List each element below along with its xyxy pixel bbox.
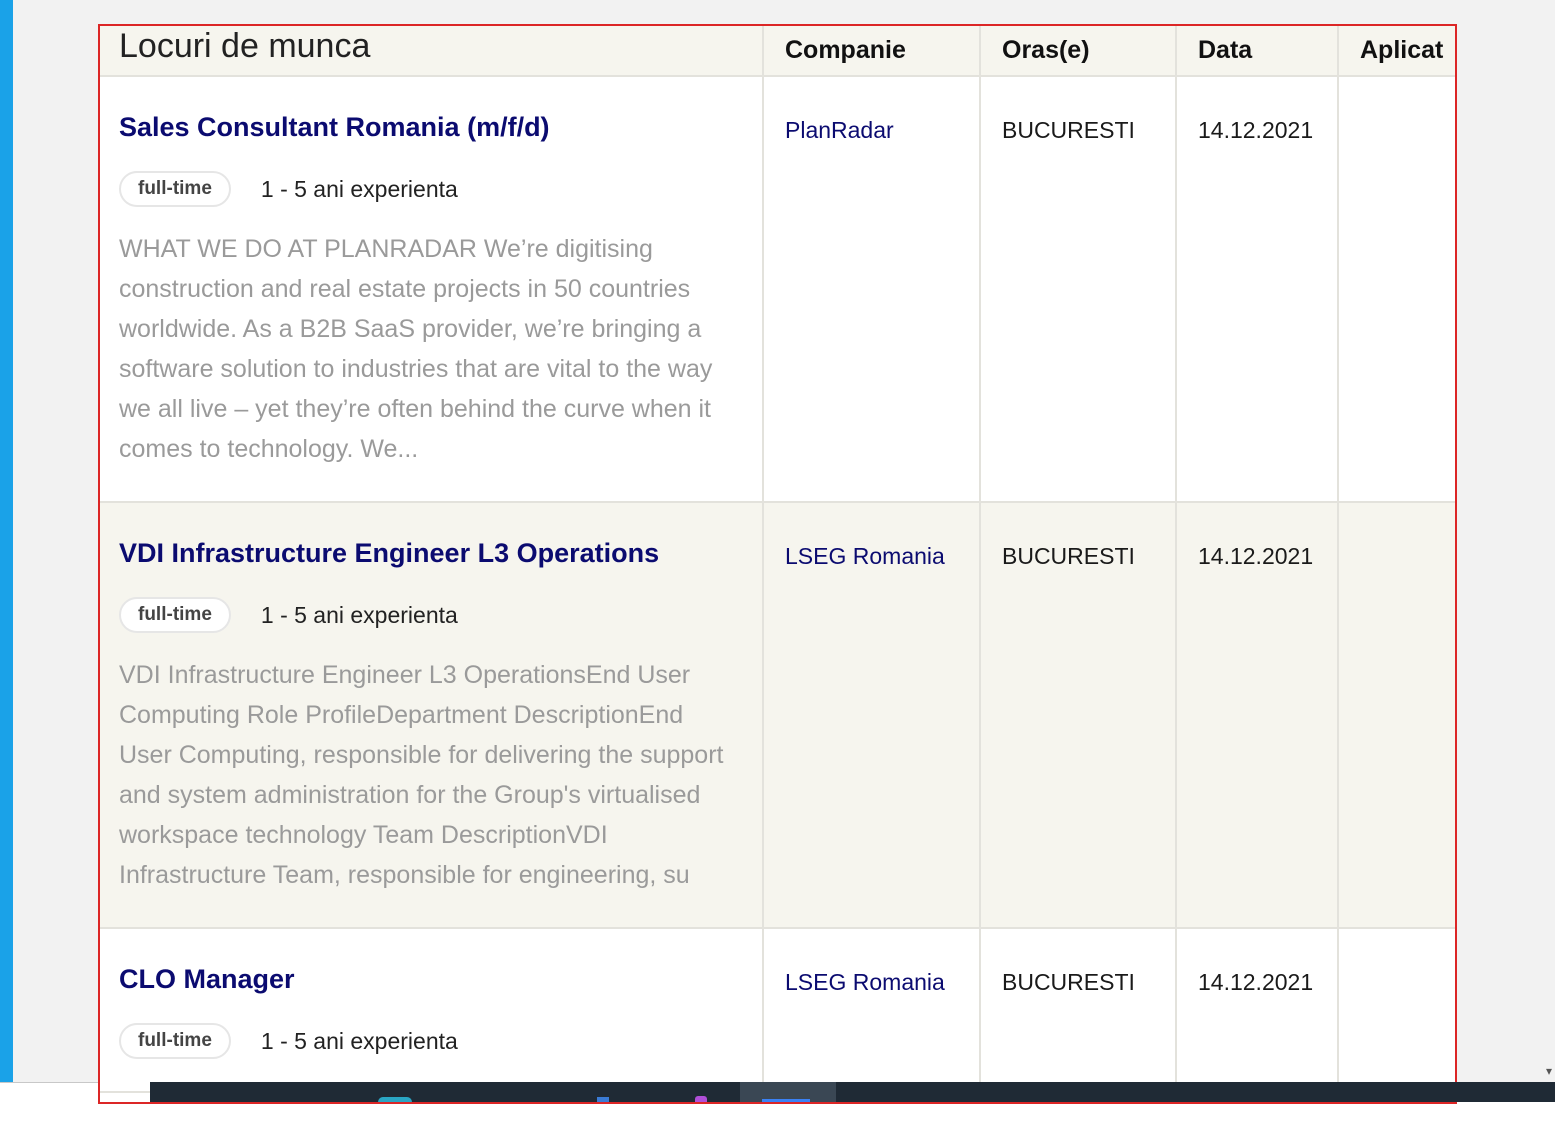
job-title-link[interactable]: Sales Consultant Romania (m/f/d) (119, 110, 738, 144)
company-link[interactable]: LSEG Romania (785, 543, 945, 569)
jobs-table: Locuri de munca Companie Oras(e) Data Ap… (100, 26, 1455, 1093)
company-cell: LSEG Romania (762, 928, 980, 1093)
taskbar-app-icon (762, 1099, 810, 1102)
company-link[interactable]: PlanRadar (785, 117, 894, 143)
employment-type-badge: full-time (119, 597, 231, 633)
applied-cell (1337, 928, 1455, 1093)
employment-type-badge: full-time (119, 171, 231, 207)
header-company[interactable]: Companie (762, 26, 980, 77)
header-cities[interactable]: Oras(e) (979, 26, 1176, 77)
taskbar-app-icon[interactable] (695, 1096, 707, 1102)
header-jobs: Locuri de munca (100, 26, 763, 77)
table-row: Sales Consultant Romania (m/f/d) full-ti… (100, 76, 1455, 503)
experience-label: 1 - 5 ani experienta (260, 175, 458, 202)
applied-cell (1337, 76, 1455, 503)
job-tags: full-time 1 - 5 ani experienta (119, 597, 738, 633)
scroll-down-caret-icon[interactable]: ▾ (1546, 1064, 1552, 1078)
company-link[interactable]: LSEG Romania (785, 969, 945, 995)
taskbar-active-app[interactable] (740, 1082, 836, 1102)
applied-cell (1337, 502, 1455, 929)
employment-type-badge: full-time (119, 1023, 231, 1059)
header-applied[interactable]: Aplicat (1337, 26, 1455, 77)
jobs-table-container: Locuri de munca Companie Oras(e) Data Ap… (98, 24, 1457, 1104)
experience-label: 1 - 5 ani experienta (260, 1027, 458, 1054)
job-tags: full-time 1 - 5 ani experienta (119, 171, 738, 207)
experience-label: 1 - 5 ani experienta (260, 601, 458, 628)
taskbar-app-icon[interactable] (597, 1097, 609, 1102)
date-cell: 14.12.2021 (1175, 928, 1338, 1093)
job-description: WHAT WE DO AT PLANRADAR We’re digitising… (119, 235, 713, 463)
job-cell: Sales Consultant Romania (m/f/d) full-ti… (100, 76, 763, 503)
job-title-link[interactable]: CLO Manager (119, 962, 738, 996)
header-date[interactable]: Data (1175, 26, 1338, 77)
job-tags: full-time 1 - 5 ani experienta (119, 1023, 738, 1059)
table-header-row: Locuri de munca Companie Oras(e) Data Ap… (100, 26, 1455, 77)
date-cell: 14.12.2021 (1175, 502, 1338, 929)
taskbar (150, 1082, 1555, 1102)
company-cell: PlanRadar (762, 76, 980, 503)
job-description: VDI Infrastructure Engineer L3 Operation… (119, 661, 724, 889)
city-cell: BUCURESTI (979, 502, 1176, 929)
city-cell: BUCURESTI (979, 76, 1176, 503)
job-title-link[interactable]: VDI Infrastructure Engineer L3 Operation… (119, 536, 738, 570)
city-cell: BUCURESTI (979, 928, 1176, 1093)
table-row: VDI Infrastructure Engineer L3 Operation… (100, 502, 1455, 929)
job-cell: CLO Manager full-time 1 - 5 ani experien… (100, 928, 763, 1093)
table-row: CLO Manager full-time 1 - 5 ani experien… (100, 928, 1455, 1093)
date-cell: 14.12.2021 (1175, 76, 1338, 503)
company-cell: LSEG Romania (762, 502, 980, 929)
taskbar-app-icon[interactable] (378, 1097, 412, 1102)
job-cell: VDI Infrastructure Engineer L3 Operation… (100, 502, 763, 929)
left-accent-bar (0, 0, 13, 1082)
